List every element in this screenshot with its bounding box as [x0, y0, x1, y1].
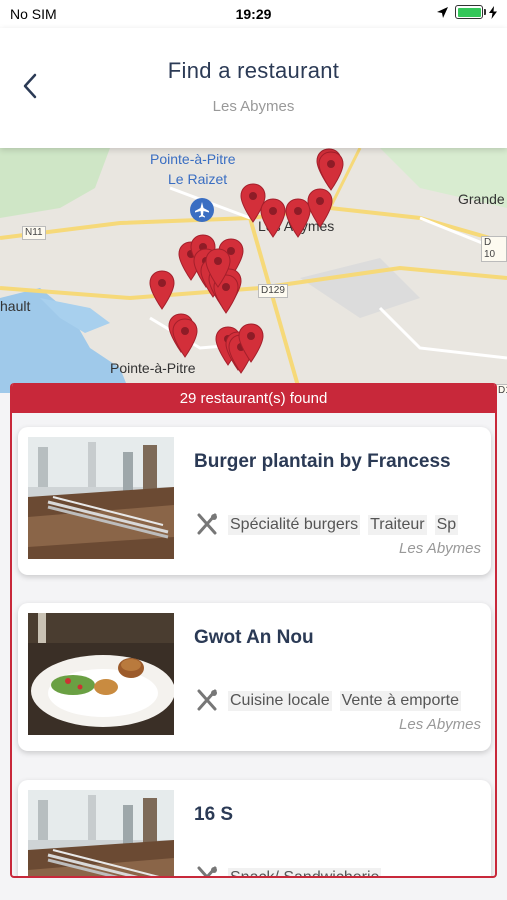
restaurant-card[interactable]: 16 S Snack/ Sandwicherie [18, 780, 491, 876]
restaurant-photo [28, 437, 174, 559]
location-arrow-icon [437, 6, 448, 18]
bottom-safe-area [0, 878, 507, 900]
restaurant-card[interactable]: Burger plantain by Francess Spécialité b… [18, 427, 491, 575]
airport-icon [190, 198, 214, 222]
map-marker-icon[interactable] [318, 151, 344, 191]
restaurant-tags: Cuisine locale Vente à emporte [194, 688, 484, 714]
tag: Sp [434, 515, 459, 535]
map-marker-icon[interactable] [172, 318, 198, 358]
page-title: Find a restaurant [167, 58, 340, 83]
restaurant-city: Les Abymes [399, 716, 481, 733]
cutlery-icon [197, 866, 217, 876]
restaurant-name: Gwot An Nou [194, 627, 314, 648]
tag: Vente à emporte [339, 691, 462, 711]
results-panel: 29 restaurant(s) found Burger plantain b… [10, 383, 497, 878]
map-view[interactable]: Pointe-à-Pitre Le Raizet Les Abymes Gran… [0, 148, 507, 393]
results-count-bar: 29 restaurant(s) found [12, 383, 495, 413]
tag: Spécialité burgers [228, 515, 361, 535]
clock: 19:29 [235, 6, 272, 22]
restaurant-photo [28, 613, 174, 735]
restaurant-name: Burger plantain by Francess [194, 451, 451, 472]
map-label-pointe-a-pitre: Pointe-à-Pitre [110, 360, 196, 376]
page-subtitle: Les Abymes [212, 98, 295, 115]
cutlery-icon [197, 689, 217, 711]
charging-bolt-icon [489, 5, 497, 19]
map-label-le-raizet: Le Raizet [168, 171, 228, 187]
tag: Snack/ Sandwicherie [228, 868, 382, 876]
restaurant-photo [28, 790, 174, 876]
map-marker-icon[interactable] [260, 198, 286, 238]
restaurant-city: Les Abymes [399, 540, 481, 557]
map-label-grande: Grande [458, 191, 505, 207]
status-icons [436, 5, 497, 19]
restaurant-name: 16 S [194, 804, 234, 825]
road-label-d10: D 10 [481, 236, 507, 262]
restaurant-tags: Snack/ Sandwicherie [194, 865, 484, 876]
map-marker-icon[interactable] [149, 270, 175, 310]
map-marker-icon[interactable] [307, 188, 333, 228]
map-marker-icon[interactable] [238, 323, 264, 363]
cutlery-icon [197, 513, 217, 535]
tag: Cuisine locale [228, 691, 332, 711]
status-bar: No SIM 19:29 [0, 0, 507, 28]
results-count: 29 restaurant(s) found [179, 389, 328, 407]
map-label-pointe-a-pitre-airport: Pointe-à-Pitre [150, 151, 236, 167]
road-label-d129: D129 [258, 284, 288, 298]
tag: Traiteur [368, 515, 427, 535]
restaurant-card[interactable]: Gwot An Nou Cuisine locale Vente à empor… [18, 603, 491, 751]
battery-icon [455, 5, 486, 19]
map-marker-icon[interactable] [205, 248, 231, 288]
header: Find a restaurant Les Abymes [0, 28, 507, 148]
restaurant-tags: Spécialité burgers Traiteur Sp [194, 512, 484, 538]
road-label-n11: N11 [22, 226, 46, 240]
map-label-hault: hault [0, 298, 31, 314]
